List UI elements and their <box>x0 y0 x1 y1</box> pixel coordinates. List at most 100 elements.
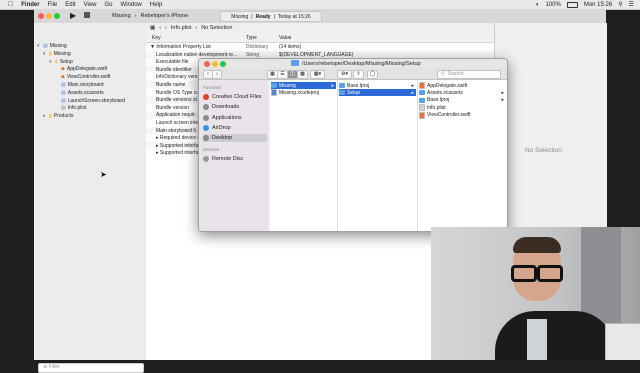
project-file-icon: ▤ <box>43 43 48 49</box>
disclosure-icon[interactable]: ▾ <box>37 43 41 49</box>
disclosure-icon[interactable]: ▾ <box>49 59 53 65</box>
column-item[interactable]: Setup ▸ <box>339 89 416 97</box>
glasses-left-icon <box>511 265 537 282</box>
column-item-label: Setup <box>347 89 361 96</box>
column-item[interactable]: Missing ▸ <box>271 82 336 89</box>
wifi-icon[interactable]: ◐ <box>536 2 540 8</box>
column-item-label: Base.lproj <box>427 97 450 104</box>
menu-edit[interactable]: Edit <box>65 2 75 8</box>
finder-minimize-button[interactable] <box>212 61 218 67</box>
navigator-item[interactable]: ▤ Info.plist <box>55 105 86 111</box>
sidebar-item[interactable]: Remote Disc <box>203 155 267 163</box>
menu-help[interactable]: Help <box>150 2 162 8</box>
navigator-item[interactable]: ▤ Assets.xcassets <box>55 90 104 96</box>
filter-placeholder: Filter <box>48 364 60 370</box>
tag-icon[interactable]: ◯ <box>367 69 378 79</box>
swift-file-icon: ◆ <box>61 74 65 81</box>
glasses-right-icon <box>537 265 563 282</box>
back-icon[interactable]: ‹ <box>159 25 161 31</box>
plist-key: Bundle OS Type co… <box>156 89 204 96</box>
sidebar-item[interactable]: Applications <box>203 114 267 122</box>
scheme-selector[interactable]: Missing › Rebeloper's iPhone <box>112 11 222 20</box>
navigator-item[interactable]: ▾ ▮ Setup <box>49 59 73 65</box>
menu-view[interactable]: View <box>84 2 97 8</box>
column-item[interactable]: Assets.xcassets ▸ <box>419 89 506 96</box>
run-icon[interactable]: ▶ <box>70 11 76 20</box>
stop-icon[interactable] <box>84 12 90 18</box>
search-placeholder: Search <box>447 71 464 77</box>
clock[interactable]: Mon 15:26 <box>584 2 612 8</box>
gallery-view-icon[interactable]: ▩ <box>297 69 308 79</box>
sidebar-item[interactable]: AirDrop <box>203 124 267 132</box>
forward-button[interactable]: › <box>212 69 222 79</box>
finder-path: /Users/rebeloper/Desktop/Missing/Missing… <box>302 60 421 67</box>
header-type[interactable]: Type <box>246 35 257 41</box>
column-item[interactable]: Base.lproj ▸ <box>419 97 506 104</box>
navigator-item-label: Products <box>53 113 74 120</box>
sidebar-item-icon <box>203 94 209 100</box>
menu-finder[interactable]: Finder <box>21 2 39 8</box>
folder-file-icon: ▮ <box>55 58 58 65</box>
menu-list-icon[interactable]: ☰ <box>629 1 634 8</box>
jumpbar-selection[interactable]: No Selection <box>201 25 232 31</box>
sidebar-item[interactable]: Desktop <box>203 134 267 143</box>
apple-menu-icon[interactable]:  <box>8 1 13 8</box>
file-icon <box>419 111 425 119</box>
column-item[interactable]: Info.plist <box>419 104 506 112</box>
column-item[interactable]: Missing.xcodeproj <box>271 89 336 97</box>
menu-file[interactable]: File <box>48 2 58 8</box>
menu-window[interactable]: Window <box>121 2 142 8</box>
sidebar-item-label: Applications <box>212 114 242 121</box>
devices-heading: Devices <box>203 147 220 152</box>
navigator-item[interactable]: ▾ ▤ Missing <box>37 43 67 49</box>
status-project: Missing <box>231 13 249 20</box>
column-3: AppDelegate.swift Assets.xcassets ▸ Base.lp… <box>418 80 507 231</box>
action-menu-icon[interactable]: ⚙▾ <box>337 69 352 79</box>
folder-file-icon: ▮ <box>49 50 52 57</box>
menu-go[interactable]: Go <box>105 2 113 8</box>
finder-titlebar: /Users/rebeloper/Desktop/Missing/Missing… <box>199 59 507 68</box>
plist-key: Main storyboard fi… <box>156 127 201 134</box>
activity-view: Missing | Ready | Today at 15:26 <box>220 11 322 22</box>
header-value[interactable]: Value <box>279 35 291 41</box>
grid-icon[interactable]: ▦ <box>150 25 155 31</box>
file-icon <box>271 89 277 97</box>
zoom-button[interactable] <box>54 13 60 19</box>
finder-zoom-button[interactable] <box>220 61 226 67</box>
plist-key: InfoDictionary vers… <box>156 74 203 81</box>
navigator-item[interactable]: ▤ LaunchScreen.storyboard <box>55 98 125 104</box>
battery-label[interactable]: 100% <box>545 2 560 8</box>
plist-type: String <box>246 51 260 58</box>
navigator-item[interactable]: ◆ AppDelegate.swift <box>55 66 107 72</box>
column-item[interactable]: ViewController.swift <box>419 111 506 119</box>
navigator-item-label: Missing <box>49 43 67 49</box>
navigator-item-label: LaunchScreen.storyboard <box>67 97 125 104</box>
sidebar-item[interactable]: Creative Cloud Files <box>203 93 267 101</box>
disclosure-icon[interactable]: ▾ <box>43 51 47 57</box>
battery-icon[interactable] <box>566 1 578 8</box>
column-1: Missing ▸ Missing.xcodeproj <box>270 80 338 231</box>
plist-value: (14 items) <box>279 44 302 50</box>
navigator-item[interactable]: ▸ ▮ Products <box>43 113 74 119</box>
header-key[interactable]: Key <box>152 35 161 41</box>
column-item[interactable]: AppDelegate.swift <box>419 82 506 89</box>
navigator-item[interactable]: ◆ ViewController.swift <box>55 74 110 80</box>
sidebar-item[interactable]: Downloads <box>203 103 267 111</box>
finder-close-button[interactable] <box>204 61 210 67</box>
navigator-item[interactable]: ▤ Main.storyboard <box>55 82 104 88</box>
minimize-button[interactable] <box>46 13 52 19</box>
jumpbar-file[interactable]: Info.plist <box>171 25 191 31</box>
navigator-item[interactable]: ▾ ▮ Missing <box>43 51 71 57</box>
folder-icon <box>419 90 425 96</box>
close-button[interactable] <box>38 13 44 19</box>
finder-search-input[interactable]: ⚲ Search <box>437 69 501 79</box>
group-menu-icon[interactable]: ▦▾ <box>310 69 325 79</box>
search-icon[interactable]: ⚲ <box>618 1 622 8</box>
column-item[interactable]: Base.lproj ▸ <box>339 82 416 89</box>
device-name: Rebeloper's iPhone <box>140 12 189 19</box>
filter-input[interactable]: ⊕ Filter <box>38 363 144 373</box>
sidebar-item-label: Downloads <box>212 104 240 111</box>
forward-icon[interactable]: › <box>165 25 167 31</box>
disclosure-icon[interactable]: ▸ <box>43 113 47 119</box>
share-icon[interactable]: ⇧ <box>353 69 364 79</box>
